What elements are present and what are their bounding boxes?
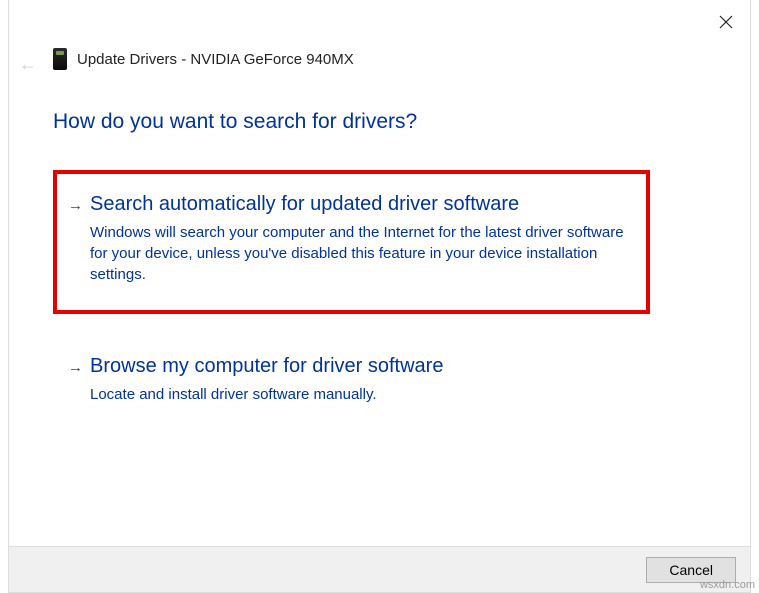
arrow-right-icon: → (68, 197, 83, 214)
dialog-header: Update Drivers - NVIDIA GeForce 940MX (53, 48, 354, 70)
option-title: Search automatically for updated driver … (90, 193, 631, 216)
main-heading: How do you want to search for drivers? (53, 110, 417, 134)
close-button[interactable] (716, 12, 736, 32)
option-description: Locate and install driver software manua… (90, 384, 631, 405)
options-container: → Search automatically for updated drive… (53, 170, 650, 452)
dialog-title: Update Drivers - NVIDIA GeForce 940MX (77, 51, 354, 68)
option-description: Windows will search your computer and th… (90, 222, 631, 285)
back-arrow-icon: ← (19, 54, 37, 75)
option-search-automatically[interactable]: → Search automatically for updated drive… (53, 170, 650, 314)
close-icon (719, 15, 733, 29)
arrow-right-icon: → (68, 359, 83, 376)
device-icon (53, 48, 67, 70)
option-title: Browse my computer for driver software (90, 355, 631, 378)
watermark: wsxdn.com (700, 579, 755, 591)
option-browse-computer[interactable]: → Browse my computer for driver software… (53, 332, 650, 434)
dialog-footer: Cancel (9, 546, 750, 592)
update-drivers-dialog: ← Update Drivers - NVIDIA GeForce 940MX … (8, 0, 751, 593)
